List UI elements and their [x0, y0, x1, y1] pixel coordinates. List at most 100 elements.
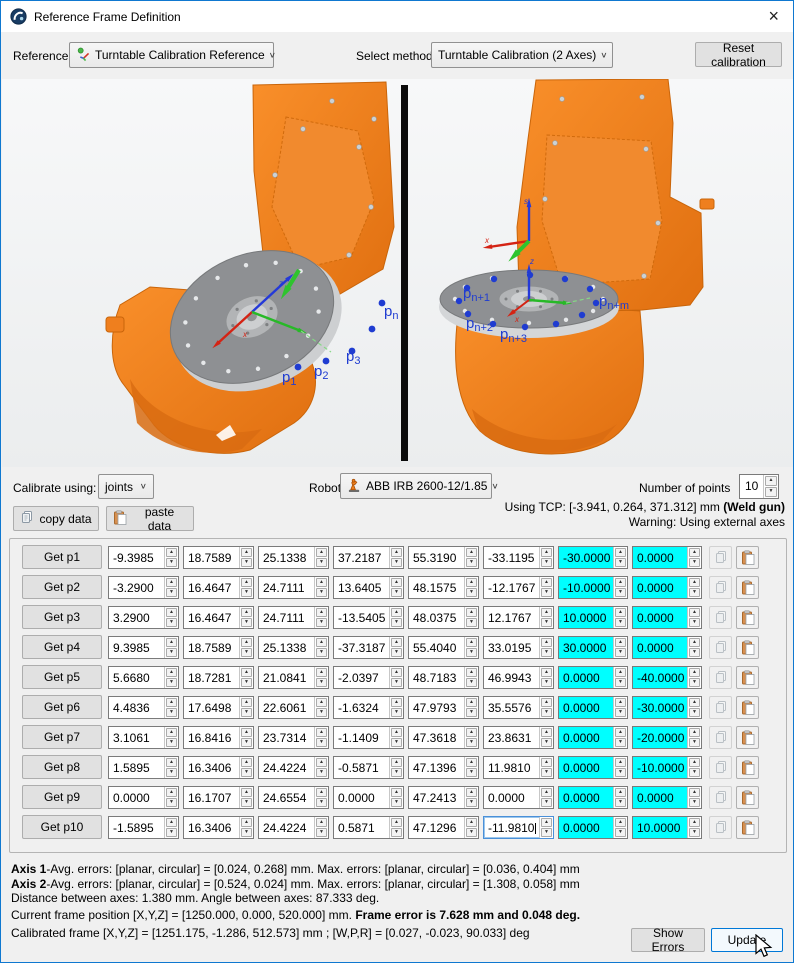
- spin-up-icon[interactable]: ▲: [166, 608, 177, 617]
- paste-row-button[interactable]: [736, 816, 759, 839]
- joint-value-field[interactable]: 16.4647▲▼: [183, 576, 254, 599]
- joint-value-field[interactable]: 11.9810▲▼: [483, 756, 554, 779]
- joint-value-field[interactable]: 37.2187▲▼: [333, 546, 404, 569]
- spin-down-icon[interactable]: ▼: [541, 828, 552, 837]
- spin-up-icon[interactable]: ▲: [166, 548, 177, 557]
- calibrate-using-select[interactable]: joints ∨: [98, 474, 154, 499]
- spin-up-icon[interactable]: ▲: [541, 638, 552, 647]
- spin-up-icon[interactable]: ▲: [466, 548, 477, 557]
- spin-up-icon[interactable]: ▲: [241, 638, 252, 647]
- spin-up-icon[interactable]: ▲: [615, 638, 626, 647]
- spin-up-icon[interactable]: ▲: [166, 638, 177, 647]
- joint-value-field[interactable]: 0.0000▲▼: [483, 786, 554, 809]
- joint-value-field[interactable]: -3.2900▲▼: [108, 576, 179, 599]
- spin-down-icon[interactable]: ▼: [466, 588, 477, 597]
- joint-value-field[interactable]: 21.0841▲▼: [258, 666, 329, 689]
- paste-row-button[interactable]: [736, 696, 759, 719]
- spin-up-icon[interactable]: ▲: [541, 818, 552, 827]
- joint-value-field[interactable]: 48.1575▲▼: [408, 576, 479, 599]
- spin-down-icon[interactable]: ▼: [541, 618, 552, 627]
- spin-down-icon[interactable]: ▼: [689, 618, 700, 627]
- copy-row-button[interactable]: [709, 546, 732, 569]
- joint-value-field[interactable]: 18.7589▲▼: [183, 546, 254, 569]
- joint-value-field[interactable]: 47.1396▲▼: [408, 756, 479, 779]
- spin-down-icon[interactable]: ▼: [689, 768, 700, 777]
- spin-up-icon[interactable]: ▲: [615, 668, 626, 677]
- spin-up-icon[interactable]: ▲: [466, 698, 477, 707]
- spin-up-icon[interactable]: ▲: [391, 578, 402, 587]
- spin-up-icon[interactable]: ▲: [316, 788, 327, 797]
- paste-row-button[interactable]: [736, 756, 759, 779]
- get-point-button[interactable]: Get p4: [22, 635, 102, 659]
- spin-down-icon[interactable]: ▼: [241, 768, 252, 777]
- spin-up-icon[interactable]: ▲: [689, 578, 700, 587]
- external-axis-field[interactable]: -10.0000▲▼: [558, 576, 628, 599]
- spin-down-icon[interactable]: ▼: [166, 768, 177, 777]
- joint-value-field[interactable]: 1.5895▲▼: [108, 756, 179, 779]
- spin-up-icon[interactable]: ▲: [166, 788, 177, 797]
- spin-down-icon[interactable]: ▼: [316, 678, 327, 687]
- paste-row-button[interactable]: [736, 666, 759, 689]
- spin-down-icon[interactable]: ▼: [391, 648, 402, 657]
- spin-down-icon[interactable]: ▼: [541, 588, 552, 597]
- spin-down-icon[interactable]: ▼: [615, 588, 626, 597]
- joint-value-field[interactable]: 47.9793▲▼: [408, 696, 479, 719]
- spin-up-icon[interactable]: ▲: [241, 698, 252, 707]
- spin-up-icon[interactable]: ▲: [241, 578, 252, 587]
- joint-value-field[interactable]: 18.7589▲▼: [183, 636, 254, 659]
- paste-row-button[interactable]: [736, 606, 759, 629]
- 3d-viewport[interactable]: p1p2p3pnpn+1pn+2pn+3pn+mzxsxzx: [2, 79, 794, 467]
- spin-down-icon[interactable]: ▼: [316, 738, 327, 747]
- spin-down-icon[interactable]: ▼: [615, 768, 626, 777]
- paste-row-button[interactable]: [736, 636, 759, 659]
- spin-down-icon[interactable]: ▼: [689, 678, 700, 687]
- spin-down-icon[interactable]: ▼: [166, 798, 177, 807]
- get-point-button[interactable]: Get p10: [22, 815, 102, 839]
- joint-value-field[interactable]: 48.0375▲▼: [408, 606, 479, 629]
- spin-down-icon[interactable]: ▼: [615, 738, 626, 747]
- joint-value-field[interactable]: -1.6324▲▼: [333, 696, 404, 719]
- spin-down-icon[interactable]: ▼: [615, 678, 626, 687]
- spin-up-icon[interactable]: ▲: [689, 758, 700, 767]
- spin-up-icon[interactable]: ▲: [689, 788, 700, 797]
- get-point-button[interactable]: Get p7: [22, 725, 102, 749]
- spin-down-icon[interactable]: ▼: [391, 738, 402, 747]
- spin-up-icon[interactable]: ▲: [166, 758, 177, 767]
- joint-value-field[interactable]: 24.7111▲▼: [258, 606, 329, 629]
- spin-down-icon[interactable]: ▼: [166, 558, 177, 567]
- external-axis-field[interactable]: 0.0000▲▼: [632, 576, 702, 599]
- spin-up-icon[interactable]: ▲: [466, 818, 477, 827]
- spin-down-icon[interactable]: ▼: [466, 558, 477, 567]
- joint-value-field[interactable]: 4.4836▲▼: [108, 696, 179, 719]
- spin-down-icon[interactable]: ▼: [316, 768, 327, 777]
- joint-value-field[interactable]: 16.1707▲▼: [183, 786, 254, 809]
- joint-value-field[interactable]: 33.0195▲▼: [483, 636, 554, 659]
- spin-up-icon[interactable]: ▲: [316, 728, 327, 737]
- spin-up-icon[interactable]: ▲: [166, 728, 177, 737]
- spin-up-icon[interactable]: ▲: [241, 758, 252, 767]
- spin-up-icon[interactable]: ▲: [466, 758, 477, 767]
- joint-value-field[interactable]: 5.6680▲▼: [108, 666, 179, 689]
- reset-calibration-button[interactable]: Reset calibration: [695, 42, 782, 67]
- show-errors-button[interactable]: Show Errors: [631, 928, 705, 952]
- spin-down-icon[interactable]: ▼: [241, 738, 252, 747]
- reference-select[interactable]: Turntable Calibration Reference ∨: [69, 42, 274, 68]
- spin-down-icon[interactable]: ▼: [316, 798, 327, 807]
- joint-value-field[interactable]: -12.1767▲▼: [483, 576, 554, 599]
- spin-down-icon[interactable]: ▼: [466, 768, 477, 777]
- external-axis-field[interactable]: 30.0000▲▼: [558, 636, 628, 659]
- spin-up-icon[interactable]: ▲: [541, 608, 552, 617]
- spin-down-icon[interactable]: ▼: [391, 588, 402, 597]
- joint-value-field[interactable]: 0.0000▲▼: [333, 786, 404, 809]
- external-axis-field[interactable]: 0.0000▲▼: [558, 786, 628, 809]
- spin-down-icon[interactable]: ▼: [689, 648, 700, 657]
- spin-down-icon[interactable]: ▼: [541, 678, 552, 687]
- external-axis-field[interactable]: -30.0000▲▼: [558, 546, 628, 569]
- spin-up-icon[interactable]: ▲: [316, 818, 327, 827]
- spin-up-icon[interactable]: ▲: [391, 698, 402, 707]
- spin-up-icon[interactable]: ▲: [541, 758, 552, 767]
- external-axis-field[interactable]: 0.0000▲▼: [558, 816, 628, 839]
- spin-up-icon[interactable]: ▲: [615, 698, 626, 707]
- external-axis-field[interactable]: 0.0000▲▼: [558, 666, 628, 689]
- spin-up-icon[interactable]: ▲: [241, 818, 252, 827]
